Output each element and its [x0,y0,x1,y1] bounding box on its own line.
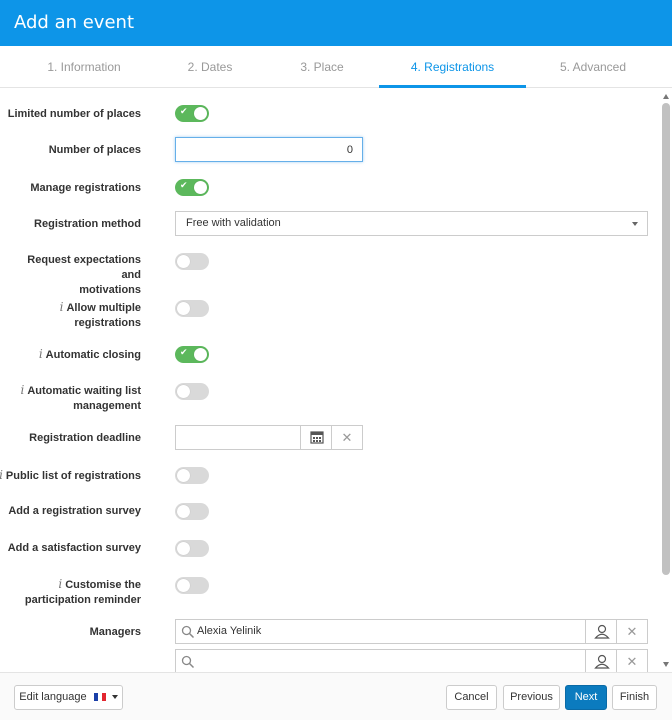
search-icon [181,655,195,669]
scroll-down-arrow-icon[interactable] [663,662,669,667]
previous-button[interactable]: Previous [503,685,560,710]
registration-method-value: Free with validation [186,217,281,229]
registration-survey-label: Add a registration survey [8,505,141,517]
manage-registrations-toggle[interactable]: ✔ [175,179,209,196]
search-icon [181,625,195,639]
registration-survey-toggle[interactable] [175,503,209,520]
number-of-places-input[interactable] [175,137,363,162]
registration-deadline-label: Registration deadline [29,432,141,444]
manager-1-user-button[interactable] [585,619,617,644]
manage-registrations-label: Manage registrations [30,182,141,194]
tab-place[interactable]: 3. Place [272,46,372,88]
participation-reminder-label: i Customise the participation reminder [24,577,141,606]
wizard-tabs: 1. Information 2. Dates 3. Place 4. Regi… [0,46,672,88]
manager-field-1[interactable]: Alexia Yelinik [175,619,586,644]
next-button[interactable]: Next [565,685,607,710]
calendar-icon [310,431,324,444]
managers-label: Managers [89,626,141,638]
dialog-footer: Edit language Cancel Previous Next Finis… [0,672,672,720]
allow-multiple-toggle[interactable] [175,300,209,317]
manager-2-user-button[interactable] [585,649,617,672]
dialog-header: Add an event [0,0,672,46]
waiting-list-label: i Automatic waiting list management [20,383,141,412]
public-list-label: iPublic list of registrations [0,468,141,484]
manager-name: Alexia Yelinik [197,625,262,637]
satisfaction-survey-toggle[interactable] [175,540,209,557]
number-of-places-label: Number of places [48,144,141,156]
cancel-button[interactable]: Cancel [446,685,497,710]
dialog-title: Add an event [14,12,134,33]
allow-multiple-label: i Allow multiple registrations [59,300,141,329]
registration-method-select[interactable]: Free with validation [175,211,648,236]
tab-dates[interactable]: 2. Dates [160,46,260,88]
close-icon: ✕ [341,430,353,445]
waiting-list-toggle[interactable] [175,383,209,400]
check-icon: ✔ [180,180,188,190]
participation-reminder-toggle[interactable] [175,577,209,594]
flag-fr-icon [93,693,106,702]
limited-places-label: Limited number of places [7,108,141,120]
satisfaction-survey-label: Add a satisfaction survey [7,542,141,554]
scroll-up-arrow-icon[interactable] [663,94,669,99]
clear-deadline-button[interactable]: ✕ [331,425,363,450]
public-list-toggle[interactable] [175,467,209,484]
registration-method-label: Registration method [34,218,141,230]
close-icon: ✕ [626,654,638,669]
scrollbar[interactable] [660,89,672,672]
request-expectations-label: Request expectations and motivations [27,254,141,296]
automatic-closing-label: i Automatic closing [38,347,141,361]
check-icon: ✔ [180,347,188,357]
info-icon[interactable]: i [0,468,3,482]
manager-2-remove-button[interactable]: ✕ [616,649,648,672]
automatic-closing-toggle[interactable]: ✔ [175,346,209,363]
info-icon[interactable]: i [60,300,64,314]
request-expectations-toggle[interactable] [175,253,209,270]
chevron-down-icon [632,222,638,226]
edit-language-button[interactable]: Edit language [14,685,123,710]
limited-places-toggle[interactable]: ✔ [175,105,209,122]
check-icon: ✔ [180,106,188,116]
close-icon: ✕ [626,624,638,639]
finish-button[interactable]: Finish [612,685,657,710]
registration-deadline-input[interactable] [175,425,301,450]
tab-advanced[interactable]: 5. Advanced [534,46,652,88]
info-icon[interactable]: i [20,383,24,397]
tab-registrations[interactable]: 4. Registrations [379,46,526,88]
info-icon[interactable]: i [58,577,62,591]
user-icon [594,624,610,639]
calendar-button[interactable] [300,425,332,450]
scroll-thumb[interactable] [662,103,670,575]
tab-information[interactable]: 1. Information [14,46,154,88]
manager-field-2[interactable] [175,649,586,672]
user-icon [594,654,610,669]
form-content: Limited number of places ✔ Number of pla… [0,89,672,672]
edit-language-label: Edit language [19,691,87,703]
manager-1-remove-button[interactable]: ✕ [616,619,648,644]
chevron-down-icon [111,695,118,700]
info-icon[interactable]: i [39,347,43,361]
